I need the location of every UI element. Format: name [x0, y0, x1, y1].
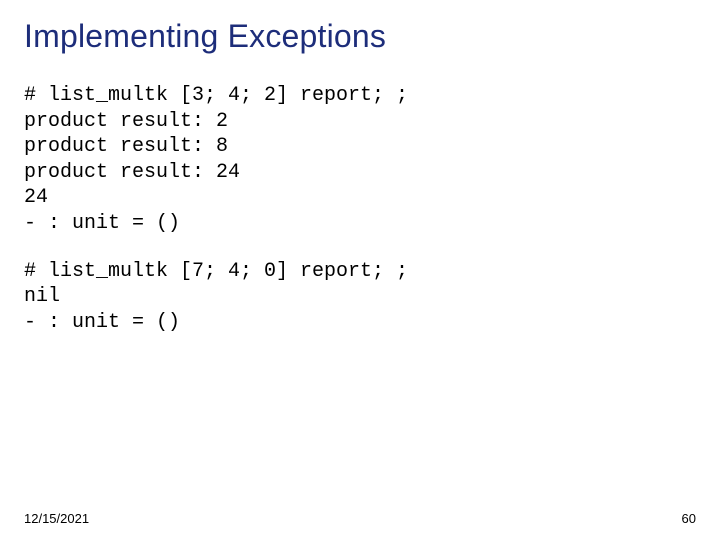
code-block-1: # list_multk [3; 4; 2] report; ; product… [24, 83, 696, 237]
footer-date: 12/15/2021 [24, 511, 89, 526]
slide: Implementing Exceptions # list_multk [3;… [0, 0, 720, 540]
code-block-2: # list_multk [7; 4; 0] report; ; nil - :… [24, 259, 696, 336]
page-title: Implementing Exceptions [24, 18, 696, 55]
footer: 12/15/2021 60 [24, 511, 696, 526]
footer-page-number: 60 [682, 511, 696, 526]
